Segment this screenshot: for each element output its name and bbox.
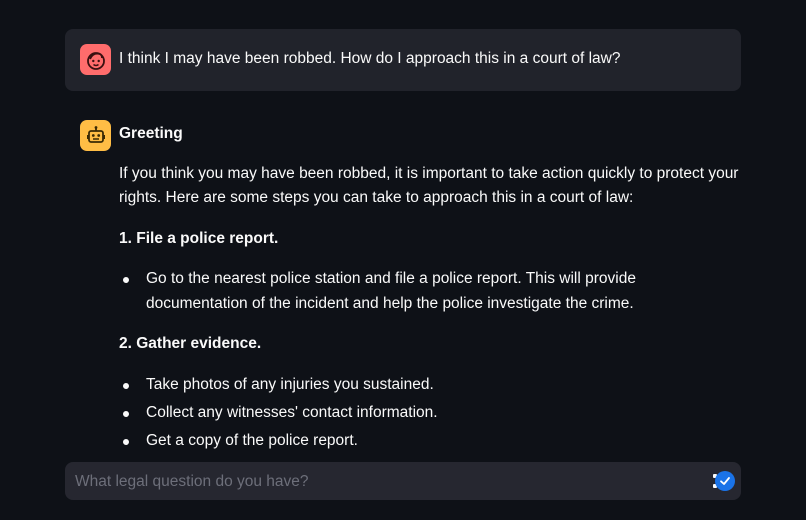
- user-message-text: I think I may have been robbed. How do I…: [119, 50, 621, 67]
- chat-input[interactable]: [73, 462, 697, 502]
- bullet-item: Go to the nearest police station and fil…: [119, 267, 739, 316]
- send-button[interactable]: [715, 471, 735, 491]
- section-bullet-list: Go to the nearest police station and fil…: [119, 267, 739, 316]
- assistant-message-title: Greeting: [119, 125, 183, 142]
- assistant-message: Greeting If you think you may have been …: [119, 122, 739, 469]
- robot-icon: [86, 125, 105, 143]
- bullet-item: Take photos of any injuries you sustaine…: [119, 373, 739, 398]
- chat-input-bar: [65, 462, 741, 502]
- user-face-icon: [86, 51, 105, 70]
- assistant-avatar: [80, 120, 111, 151]
- section-heading: 1. File a police report.: [119, 229, 279, 247]
- user-avatar: [80, 44, 111, 75]
- section-heading: 2. Gather evidence.: [119, 335, 262, 352]
- assistant-message-intro: If you think you may have been robbed, i…: [119, 164, 739, 207]
- section-bullet-list: Take photos of any injuries you sustaine…: [119, 373, 739, 454]
- chat-app: I think I may have been robbed. How do I…: [0, 0, 806, 520]
- checkmark-icon: [720, 477, 730, 485]
- bullet-item: Collect any witnesses' contact informati…: [119, 401, 739, 426]
- bullet-item: Get a copy of the police report.: [119, 429, 739, 454]
- user-message: I think I may have been robbed. How do I…: [65, 29, 741, 91]
